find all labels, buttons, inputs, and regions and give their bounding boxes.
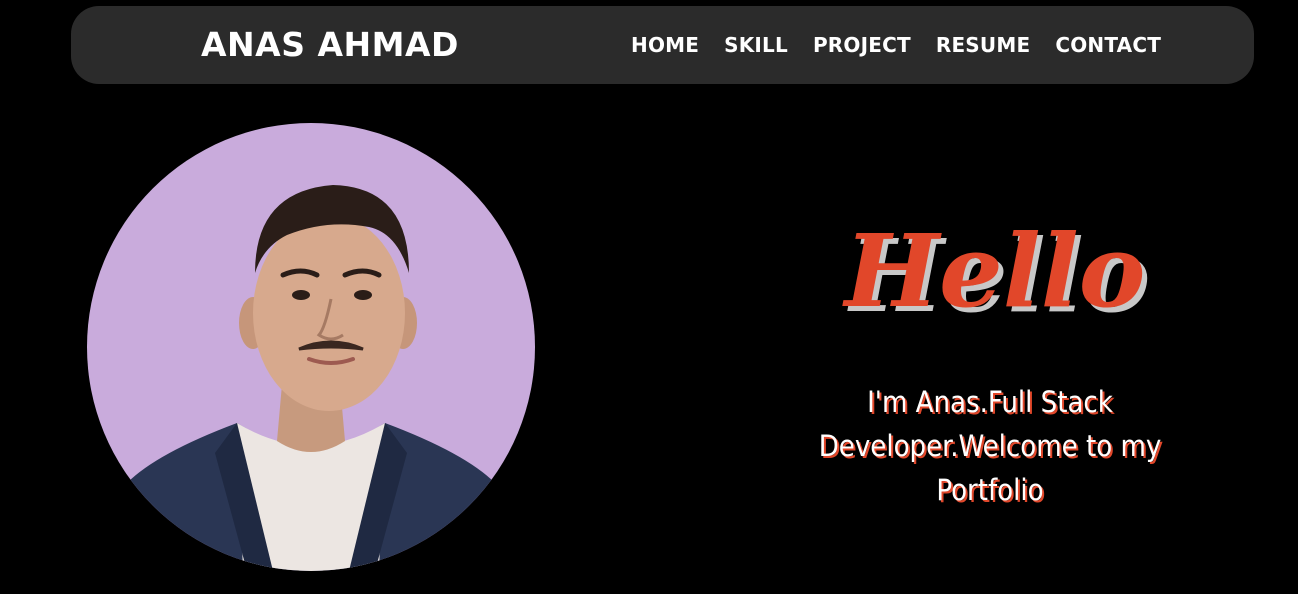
brand-logo[interactable]: ANAS AHMAD xyxy=(201,6,459,84)
hero-greeting: Hello xyxy=(844,212,1146,330)
nav-link-home[interactable]: HOME xyxy=(631,33,699,57)
nav-link-resume[interactable]: RESUME xyxy=(936,33,1030,57)
hero-tagline: I'm Anas.Full Stack Developer.Welcome to… xyxy=(818,385,1162,507)
nav-link-contact[interactable]: CONTACT xyxy=(1055,33,1161,57)
profile-photo-illustration xyxy=(107,185,515,571)
nav-link-skill[interactable]: SKILL xyxy=(724,33,788,57)
navbar: ANAS AHMAD HOME SKILL PROJECT RESUME CON… xyxy=(71,6,1254,84)
nav-link-project[interactable]: PROJECT xyxy=(813,33,911,57)
nav-links: HOME SKILL PROJECT RESUME CONTACT xyxy=(631,6,1161,84)
profile-photo xyxy=(87,123,535,571)
